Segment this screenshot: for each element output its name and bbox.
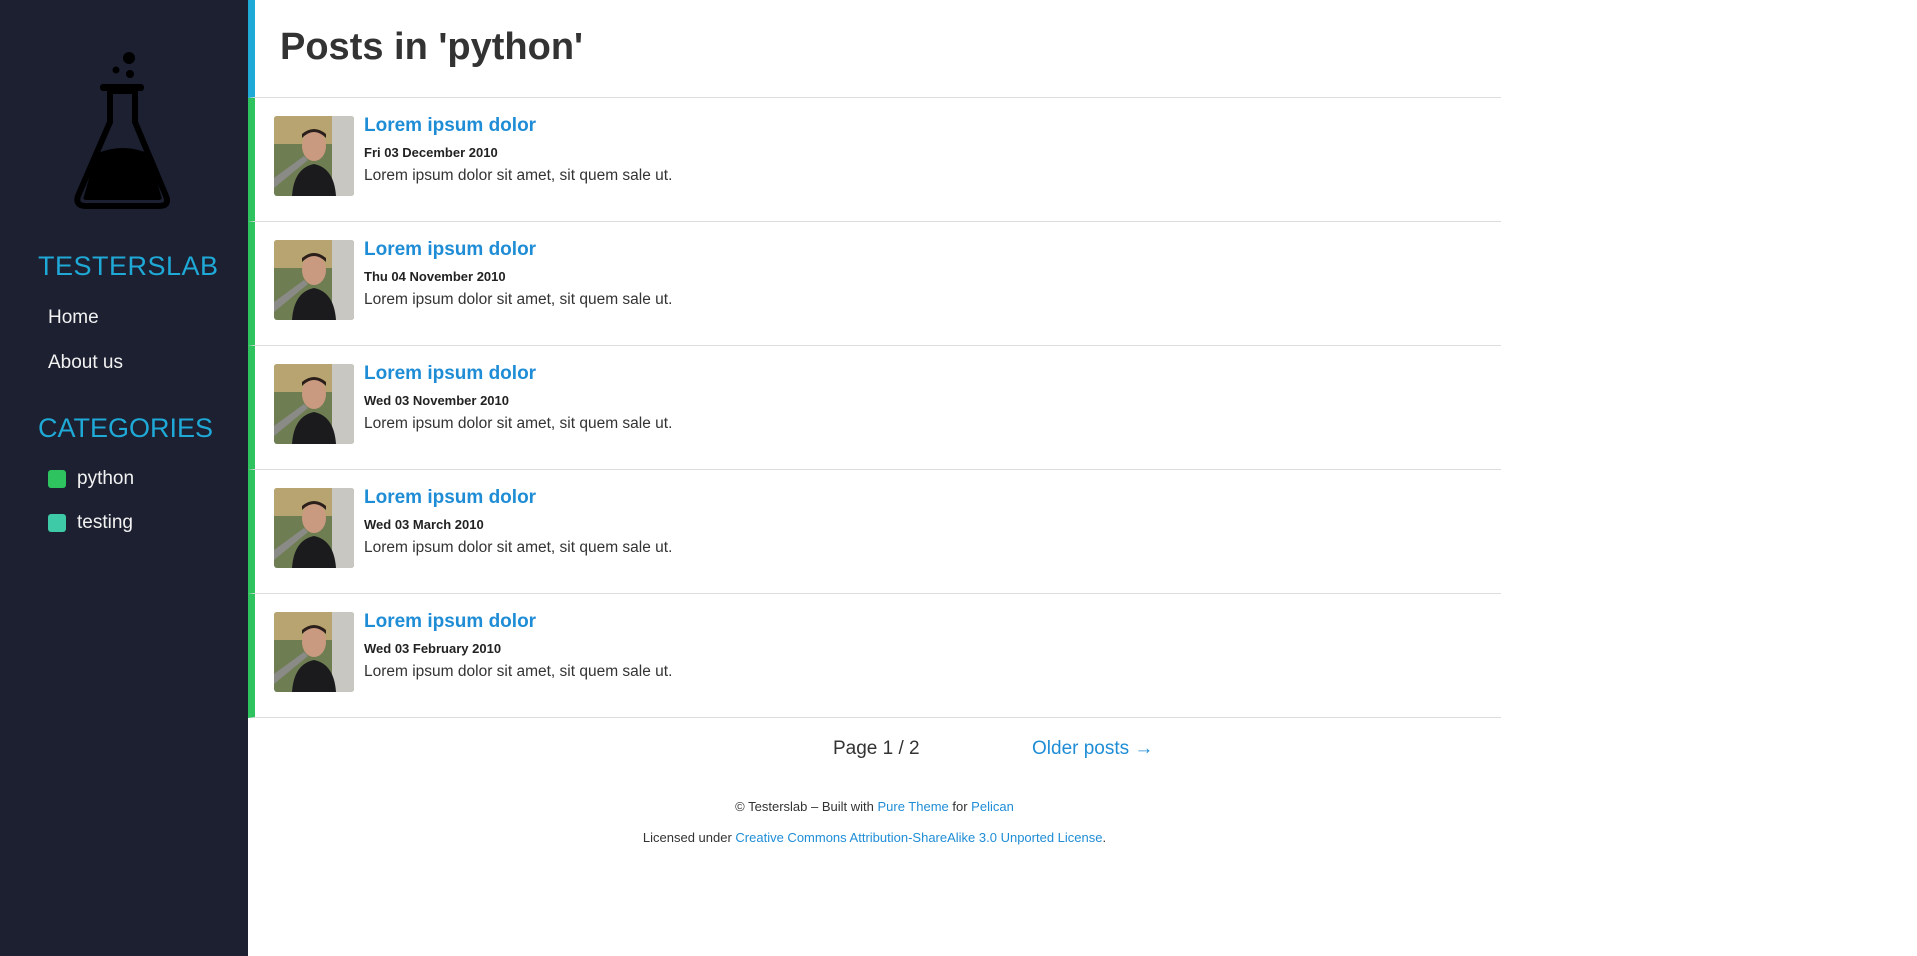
category-label: python bbox=[77, 468, 135, 489]
page-title: Posts in 'python' bbox=[280, 26, 584, 68]
page-root: TESTERSLAB Home About us CATEGORIES pyth… bbox=[0, 0, 1917, 956]
footer-copyright: © Testerslab – Built with bbox=[735, 799, 878, 814]
footer-for-text: for bbox=[948, 799, 972, 814]
post-item: Lorem ipsum dolor Wed 03 March 2010 Lore… bbox=[248, 470, 1501, 594]
footer-license: Licensed under Creative Commons Attribut… bbox=[248, 829, 1501, 847]
author-photo-icon bbox=[274, 488, 354, 568]
post-title-link[interactable]: Lorem ipsum dolor bbox=[364, 238, 536, 262]
sidebar: TESTERSLAB Home About us CATEGORIES pyth… bbox=[0, 0, 248, 956]
post-item: Lorem ipsum dolor Wed 03 November 2010 L… bbox=[248, 346, 1501, 470]
older-posts-link[interactable]: Older posts → bbox=[1032, 736, 1153, 762]
author-avatar bbox=[274, 240, 354, 320]
post-summary: Lorem ipsum dolor sit amet, sit quem sal… bbox=[364, 167, 673, 184]
post-title-link[interactable]: Lorem ipsum dolor bbox=[364, 362, 536, 386]
post-summary: Lorem ipsum dolor sit amet, sit quem sal… bbox=[364, 539, 673, 556]
post-summary: Lorem ipsum dolor sit amet, sit quem sal… bbox=[364, 415, 673, 432]
post-summary: Lorem ipsum dolor sit amet, sit quem sal… bbox=[364, 291, 673, 308]
post-item: Lorem ipsum dolor Thu 04 November 2010 L… bbox=[248, 222, 1501, 346]
author-photo-icon bbox=[274, 364, 354, 444]
pure-theme-link[interactable]: Pure Theme bbox=[877, 799, 948, 814]
license-link[interactable]: Creative Commons Attribution-ShareAlike … bbox=[735, 830, 1102, 845]
post-summary: Lorem ipsum dolor sit amet, sit quem sal… bbox=[364, 663, 673, 680]
post-date: Wed 03 November 2010 bbox=[364, 393, 509, 408]
post-date: Fri 03 December 2010 bbox=[364, 145, 498, 160]
license-suffix: . bbox=[1102, 830, 1107, 845]
post-item: Lorem ipsum dolor Fri 03 December 2010 L… bbox=[248, 98, 1501, 222]
post-title-link[interactable]: Lorem ipsum dolor bbox=[364, 114, 536, 138]
author-photo-icon bbox=[274, 240, 354, 320]
license-prefix: Licensed under bbox=[642, 830, 736, 845]
category-color-swatch bbox=[48, 514, 66, 532]
page-indicator: Page 1 / 2 bbox=[833, 738, 920, 759]
footer-credits: © Testerslab – Built with Pure Theme for… bbox=[248, 798, 1501, 816]
post-date: Thu 04 November 2010 bbox=[364, 269, 506, 284]
category-color-swatch bbox=[48, 470, 66, 488]
post-title-link[interactable]: Lorem ipsum dolor bbox=[364, 610, 536, 634]
category-label: testing bbox=[77, 512, 133, 533]
post-title-link[interactable]: Lorem ipsum dolor bbox=[364, 486, 536, 510]
author-photo-icon bbox=[274, 612, 354, 692]
category-python[interactable]: python bbox=[48, 467, 134, 491]
author-photo-icon bbox=[274, 116, 354, 196]
main-content: Posts in 'python' Lorem ipsum dolor Fri … bbox=[248, 0, 1501, 845]
post-date: Wed 03 February 2010 bbox=[364, 641, 502, 656]
flask-icon bbox=[74, 52, 171, 209]
site-title[interactable]: TESTERSLAB bbox=[38, 250, 219, 282]
categories-heading: CATEGORIES bbox=[38, 413, 214, 443]
post-date: Wed 03 March 2010 bbox=[364, 517, 484, 532]
author-avatar bbox=[274, 488, 354, 568]
pelican-link[interactable]: Pelican bbox=[971, 799, 1014, 814]
nav-about-us[interactable]: About us bbox=[48, 351, 123, 375]
page-header: Posts in 'python' bbox=[248, 0, 1501, 98]
author-avatar bbox=[274, 364, 354, 444]
author-avatar bbox=[274, 116, 354, 196]
category-testing[interactable]: testing bbox=[48, 511, 133, 535]
pagination: Page 1 / 2 Older posts → bbox=[248, 736, 1501, 762]
post-item: Lorem ipsum dolor Wed 03 February 2010 L… bbox=[248, 594, 1501, 718]
author-avatar bbox=[274, 612, 354, 692]
nav-home[interactable]: Home bbox=[48, 306, 99, 330]
